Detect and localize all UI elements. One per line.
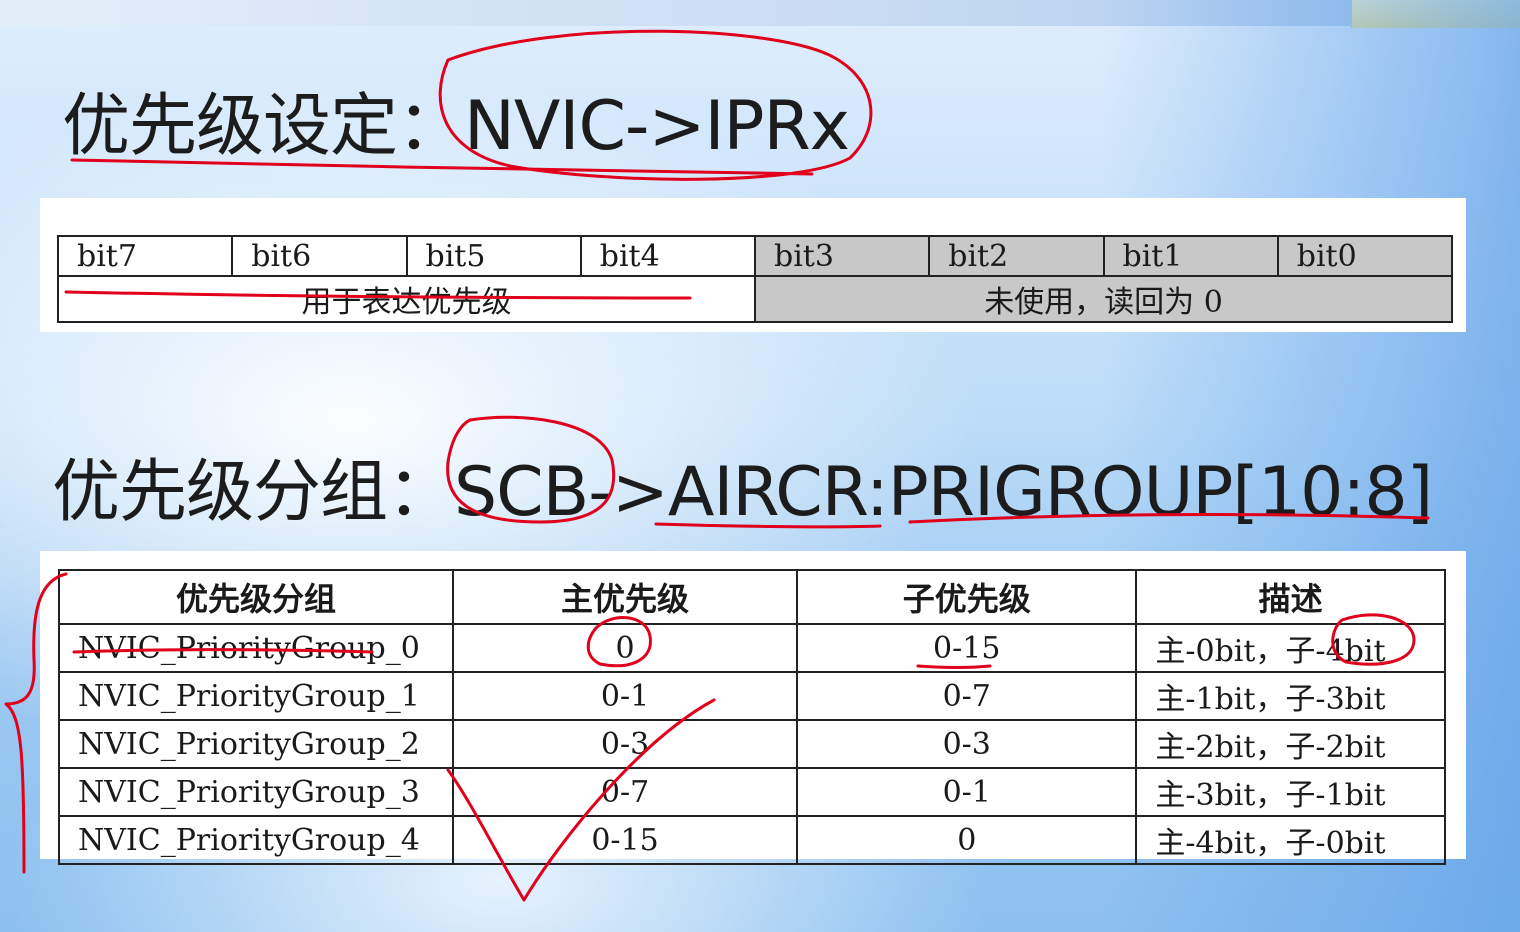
bit-cell-unused: bit0	[1276, 235, 1454, 277]
group-name-cell: NVIC_PriorityGroup_1	[58, 671, 454, 721]
bit-cell: bit5	[405, 235, 582, 277]
description-cell: 主-4bit，子-0bit	[1135, 815, 1446, 865]
main-priority-cell: 0	[451, 623, 799, 673]
bit-cell: bit6	[231, 235, 408, 277]
main-priority-cell: 0-3	[451, 719, 799, 769]
table-row: NVIC_PriorityGroup_2 0-3 0-3 主-2bit，子-2b…	[58, 719, 1446, 769]
group-name-cell: NVIC_PriorityGroup_0	[58, 623, 454, 673]
table-row: NVIC_PriorityGroup_1 0-1 0-7 主-1bit，子-3b…	[58, 671, 1446, 721]
sub-priority-cell: 0	[796, 815, 1138, 865]
table-row: NVIC_PriorityGroup_3 0-7 0-1 主-3bit，子-1b…	[58, 767, 1446, 817]
sub-priority-cell: 0-1	[796, 767, 1138, 817]
heading-priority-setting-prefix: 优先级设定：	[62, 87, 465, 166]
main-priority-cell: 0-15	[451, 815, 799, 865]
main-priority-cell: 0-1	[451, 671, 799, 721]
bit-cell-unused: bit3	[753, 235, 931, 277]
header-priority-group: 优先级分组	[58, 569, 454, 625]
bit-cell: bit7	[56, 235, 234, 277]
group-name-cell: NVIC_PriorityGroup_4	[58, 815, 454, 865]
group-table-header: 优先级分组 主优先级 子优先级 描述	[58, 569, 1446, 625]
bits-header-row: bit7 bit6 bit5 bit4 bit3 bit2 bit1 bit0	[56, 235, 1454, 277]
header-description: 描述	[1135, 569, 1446, 625]
unused-bits-label: 未使用，读回为 0	[754, 275, 1453, 323]
bit-cell-unused: bit2	[928, 235, 1105, 277]
description-cell: 主-2bit，子-2bit	[1135, 719, 1446, 769]
table-row: NVIC_PriorityGroup_0 0 0-15 主-0bit，子-4bi…	[58, 623, 1446, 673]
ipr-bits-table: bit7 bit6 bit5 bit4 bit3 bit2 bit1 bit0 …	[56, 235, 1454, 323]
group-name-cell: NVIC_PriorityGroup_3	[58, 767, 454, 817]
sub-priority-cell: 0-3	[796, 719, 1138, 769]
table-row: NVIC_PriorityGroup_4 0-15 0 主-4bit，子-0bi…	[58, 815, 1446, 865]
sub-priority-cell: 0-15	[796, 623, 1138, 673]
bit-cell: bit4	[579, 235, 757, 277]
priority-group-table: 优先级分组 主优先级 子优先级 描述 NVIC_PriorityGroup_0 …	[58, 569, 1446, 865]
bit-cell-unused: bit1	[1102, 235, 1279, 277]
main-priority-cell: 0-7	[451, 767, 799, 817]
heading-priority-setting: 优先级设定：NVIC->IPRx	[62, 70, 850, 169]
header-sub-priority: 子优先级	[796, 569, 1138, 625]
description-cell: 主-1bit，子-3bit	[1135, 671, 1446, 721]
heading-priority-grouping-prefix: 优先级分组：	[52, 453, 455, 532]
bits-meaning-row: 用于表达优先级 未使用，读回为 0	[57, 275, 1453, 323]
heading-priority-setting-code: NVIC->IPRx	[464, 87, 850, 166]
sub-priority-cell: 0-7	[796, 671, 1138, 721]
description-cell: 主-0bit，子-4bit	[1135, 623, 1446, 673]
group-name-cell: NVIC_PriorityGroup_2	[58, 719, 454, 769]
heading-priority-grouping: 优先级分组：SCB->AIRCR:PRIGROUP[10:8]	[52, 436, 1433, 535]
header-main-priority: 主优先级	[451, 569, 799, 625]
description-cell: 主-3bit，子-1bit	[1135, 767, 1446, 817]
used-bits-label: 用于表达优先级	[57, 275, 756, 323]
heading-priority-grouping-code: SCB->AIRCR:PRIGROUP[10:8]	[454, 453, 1433, 532]
